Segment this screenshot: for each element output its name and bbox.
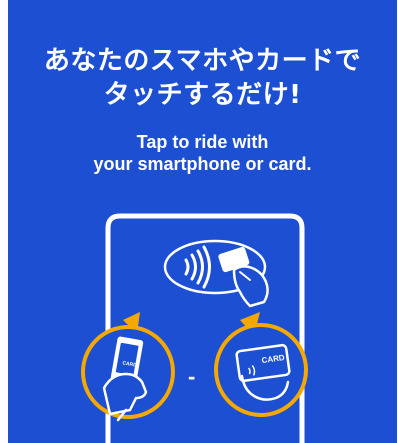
japanese-title-line-1: あなたのスマホやカードで bbox=[43, 46, 362, 76]
card-tap-badge: CARD bbox=[214, 312, 308, 417]
separator-dash: - bbox=[188, 364, 195, 389]
smartphone-tap-badge: CARD bbox=[81, 312, 175, 422]
english-subtitle-line-2: your smartphone or card. bbox=[93, 154, 312, 174]
tap-illustration: CARD - CARD bbox=[81, 213, 308, 443]
english-subtitle-line-1: Tap to ride with bbox=[136, 132, 269, 152]
japanese-title-line-2: タッチするだけ! bbox=[103, 80, 302, 110]
tap-to-ride-poster: あなたのスマホやカードで タッチするだけ! Tap to ride with y… bbox=[8, 0, 397, 443]
card-icon: CARD bbox=[235, 343, 291, 383]
